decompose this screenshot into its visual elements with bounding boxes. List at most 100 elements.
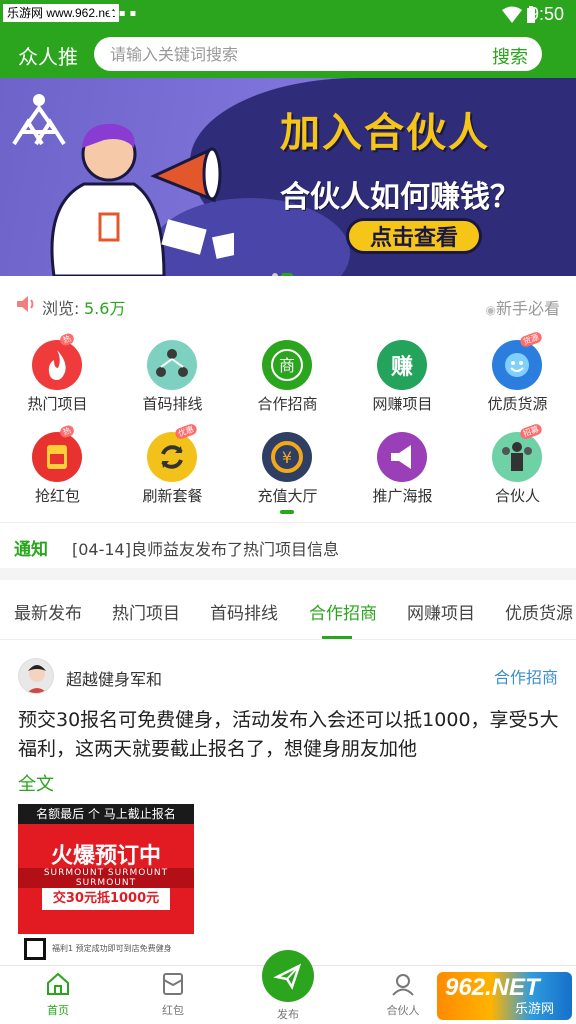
partner-icon xyxy=(492,432,542,482)
tab-merchant[interactable]: 合作招商 xyxy=(309,599,377,624)
pagination-dot-active xyxy=(281,273,293,276)
status-bar: 乐游网 www.962.net ▪▪▪ 9:50 xyxy=(0,0,576,30)
svg-text:赚: 赚 xyxy=(391,354,413,380)
watermark-badge: 962.NET 乐游网 xyxy=(437,972,572,1020)
grid-page-indicator xyxy=(280,510,294,514)
publish-label: 发布 xyxy=(277,1008,299,1021)
grid-item-label: 网赚项目 xyxy=(372,395,433,413)
post-category[interactable]: 合作招商 xyxy=(494,664,558,688)
post-card[interactable]: 超越健身军和 合作招商 预交30报名可免费健身，活动发布入会还可以抵1000，享… xyxy=(0,640,576,965)
send-icon xyxy=(273,963,302,990)
merchant-icon: 商 xyxy=(262,340,312,390)
watermark-label: 乐游网 www.962.net xyxy=(3,4,120,22)
section-divider xyxy=(0,568,576,580)
grid-item-label: 刷新套餐 xyxy=(142,487,203,505)
notice-text[interactable]: [04-14]良师益友发布了热门项目信息 xyxy=(72,536,339,560)
promo-banner[interactable]: 加入合伙人 合伙人如何赚钱？ 点击查看 xyxy=(0,78,576,276)
beginner-guide-label: 新手必看 xyxy=(495,299,560,318)
grid-item-online-earn[interactable]: 赚 网赚项目 xyxy=(345,334,460,424)
search-input[interactable] xyxy=(110,37,470,71)
grid-item-label: 充值大厅 xyxy=(257,487,318,505)
notification-icons: ▪▪▪ xyxy=(108,8,141,19)
stats-row: 浏览: 5.6万 ◉新手必看 xyxy=(0,286,576,326)
wifi-icon xyxy=(502,6,522,23)
post-body: 预交30报名可免费健身，活动发布入会还可以抵1000，享受5大福利，这两天就要截… xyxy=(18,709,559,760)
red-packet-icon xyxy=(163,973,183,995)
home-icon xyxy=(47,972,69,995)
grid-item-label: 抢红包 xyxy=(34,487,80,505)
nav-label: 首页 xyxy=(47,1004,69,1017)
refresh-icon xyxy=(147,432,197,482)
grid-item-label: 首码排线 xyxy=(142,395,203,413)
grid-item-red-packet[interactable]: 热 抢红包 xyxy=(0,423,115,516)
nav-home[interactable]: 首页 xyxy=(18,972,98,1018)
views-count: 5.6万 xyxy=(84,299,126,318)
avatar[interactable] xyxy=(18,658,54,694)
nav-label: 合伙人 xyxy=(386,1004,420,1017)
image-top-text: 名额最后 个 马上截止报名 xyxy=(18,804,194,824)
banner-title: 加入合伙人 xyxy=(280,110,490,156)
tab-quality-supply[interactable]: 优质货源 xyxy=(505,599,573,624)
fire-icon xyxy=(32,340,82,390)
search-button[interactable]: 搜索 xyxy=(492,43,528,69)
nav-label: 红包 xyxy=(162,1004,184,1017)
notice-bar[interactable]: 通知 [04-14]良师益友发布了热门项目信息 xyxy=(0,522,576,568)
views-label: 浏览: xyxy=(42,299,80,318)
recharge-icon: ¥ xyxy=(262,432,312,482)
people-tree-icon xyxy=(147,340,197,390)
svg-text:商: 商 xyxy=(279,356,295,375)
red-packet-icon xyxy=(32,432,82,482)
speaker-icon xyxy=(17,296,34,312)
tab-latest[interactable]: 最新发布 xyxy=(14,599,82,624)
notice-label: 通知 xyxy=(14,540,48,560)
grid-item-first-code[interactable]: 首码排线 xyxy=(115,334,230,424)
grid-item-partner[interactable]: 招募 合伙人 xyxy=(460,422,575,516)
image-price: 交30元抵1000元 xyxy=(42,888,170,910)
watermark-sub: 乐游网 xyxy=(515,1002,555,1017)
tab-online-earn[interactable]: 网赚项目 xyxy=(407,599,475,624)
clock: 9:50 xyxy=(528,4,564,24)
smile-icon xyxy=(492,340,542,390)
nav-partner[interactable]: 合伙人 xyxy=(363,972,443,1018)
grid-item-label: 热门项目 xyxy=(27,395,88,413)
person-with-megaphone-illustration xyxy=(50,123,234,276)
post-image[interactable]: 名额最后 个 马上截止报名 火爆预订中 SURMOUNT SURMOUNT SU… xyxy=(18,804,194,965)
beginner-guide-link[interactable]: ◉新手必看 xyxy=(486,295,561,319)
grid-item-recharge[interactable]: ¥ 充值大厅 xyxy=(230,426,345,516)
search-bar[interactable]: 搜索 xyxy=(94,37,542,71)
image-headline: 火爆预订中 xyxy=(50,844,161,869)
image-note: 福利1 预定成功即可到店免费健身 xyxy=(52,944,172,953)
full-text-link[interactable]: 全文 xyxy=(18,770,54,796)
grid-item-label: 合伙人 xyxy=(494,487,540,505)
grid-item-quality-supply[interactable]: 货源 优质货源 xyxy=(460,330,575,424)
megaphone-icon xyxy=(377,432,427,482)
image-bottom-strip: 福利1 预定成功即可到店免费健身 xyxy=(18,934,194,965)
category-tabs: 最新发布 热门项目 首码排线 合作招商 网赚项目 优质货源 xyxy=(0,580,576,640)
nav-red-packet[interactable]: 红包 xyxy=(133,972,213,1018)
partner-icon xyxy=(392,974,414,996)
grid-item-merchant[interactable]: 商 合作招商 xyxy=(230,334,345,424)
grid-item-label: 优质货源 xyxy=(487,395,548,413)
app-header: 众人推 搜索 xyxy=(0,30,576,78)
tab-hot-projects[interactable]: 热门项目 xyxy=(112,599,180,624)
app-title: 众人推 xyxy=(18,45,78,69)
image-brand: SURMOUNT SURMOUNT SURMOUNT xyxy=(18,868,194,888)
pagination-dot xyxy=(272,273,278,276)
banner-subtitle: 合伙人如何赚钱？ xyxy=(280,180,520,215)
publish-button[interactable] xyxy=(262,950,314,1002)
qr-code-icon xyxy=(24,938,46,960)
tab-first-code[interactable]: 首码排线 xyxy=(210,599,278,624)
grid-item-refresh-plan[interactable]: 优惠 刷新套餐 xyxy=(115,422,230,516)
eye-icon: ◉ xyxy=(485,303,496,317)
banner-pagination xyxy=(272,264,296,276)
active-tab-indicator xyxy=(322,636,352,639)
banner-cta-button[interactable]: 点击查看 xyxy=(346,218,482,254)
category-grid: 热 热门项目 首码排线 商 合作招商 赚 网赚项目 货源 优质货源 热 抢红包 xyxy=(0,330,576,516)
svg-text:¥: ¥ xyxy=(282,448,292,467)
grid-item-promo-poster[interactable]: 推广海报 xyxy=(345,426,460,516)
grid-item-label: 合作招商 xyxy=(257,395,318,413)
grid-item-label: 推广海报 xyxy=(372,487,433,505)
earn-icon: 赚 xyxy=(377,340,427,390)
post-author[interactable]: 超越健身军和 xyxy=(66,666,162,690)
grid-item-hot-projects[interactable]: 热 热门项目 xyxy=(0,331,115,424)
